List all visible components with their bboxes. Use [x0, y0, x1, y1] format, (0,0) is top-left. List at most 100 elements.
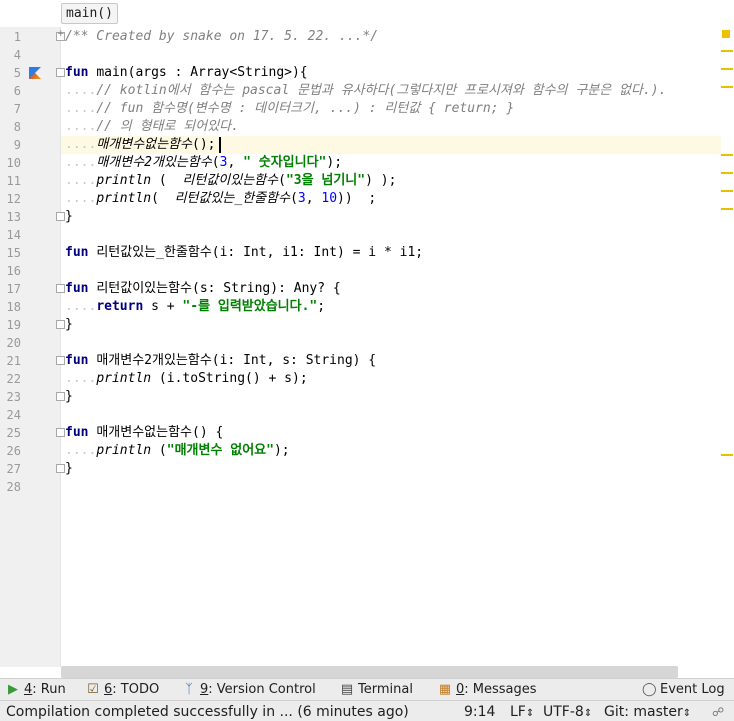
code-line[interactable]: ....println (i.toString() + s);: [65, 370, 308, 388]
warning-marker[interactable]: [721, 154, 733, 156]
line-number[interactable]: 19: [0, 316, 21, 334]
warning-marker[interactable]: [721, 454, 733, 456]
version-control-tool-button[interactable]: ᛉ 9: Version Control: [182, 681, 316, 699]
fold-marker-icon[interactable]: [56, 356, 65, 365]
code-token: // fun 함수명(변수명 : 데이터크기, ...) : 리턴값 { ret…: [96, 101, 515, 116]
fold-marker-icon[interactable]: [56, 212, 65, 221]
code-line[interactable]: fun 리턴값있는_한줄함수(i: Int, i1: Int) = i * i1…: [65, 244, 423, 262]
fold-marker-icon[interactable]: [56, 392, 65, 401]
code-token: }: [65, 461, 73, 476]
caret-position[interactable]: 9:14: [464, 703, 495, 721]
code-line[interactable]: /** Created by snake on 17. 5. 22. ...*/: [65, 28, 378, 46]
line-number[interactable]: 8: [0, 118, 21, 136]
breadcrumb[interactable]: main(): [61, 3, 118, 24]
fold-marker-icon[interactable]: [56, 320, 65, 329]
code-token: /** Created by snake on 17. 5. 22. ...*/: [65, 29, 379, 44]
line-number[interactable]: 28: [0, 478, 21, 496]
line-number[interactable]: 1: [0, 28, 21, 46]
fold-marker-icon[interactable]: [56, 284, 65, 293]
line-number[interactable]: 16: [0, 262, 21, 280]
code-token: (: [290, 191, 298, 206]
code-token: fun: [65, 245, 97, 260]
line-number[interactable]: 4: [0, 46, 21, 64]
code-token: fun: [65, 425, 97, 440]
line-number[interactable]: 18: [0, 298, 21, 316]
code-line[interactable]: ....return s + "-를 입력받았습니다.";: [65, 298, 325, 316]
code-token: }: [65, 389, 73, 404]
line-number[interactable]: 11: [0, 172, 21, 190]
indent-whitespace: ....: [65, 371, 97, 386]
line-number[interactable]: 15: [0, 244, 21, 262]
code-line[interactable]: ....매개변수2개있는함수(3, " 숫자입니다");: [65, 154, 342, 172]
event-log-tool-button[interactable]: ◯ Event Log: [642, 681, 725, 699]
line-number[interactable]: 23: [0, 388, 21, 406]
code-line[interactable]: fun main(args : Array<String>){: [65, 64, 308, 82]
file-encoding[interactable]: UTF-8⇕: [543, 703, 592, 721]
line-number[interactable]: 6: [0, 82, 21, 100]
line-number[interactable]: 7: [0, 100, 21, 118]
chevron-down-icon: ⇕: [525, 708, 535, 719]
warning-marker[interactable]: [721, 172, 733, 174]
indent-whitespace: ....: [65, 191, 97, 206]
code-line[interactable]: ....println ("매개변수 없어요");: [65, 442, 290, 460]
code-line[interactable]: ....// 의 형태로 되어있다.: [65, 118, 239, 136]
messages-tool-button[interactable]: ▦ 0: Messages: [438, 681, 537, 699]
line-number[interactable]: 9: [0, 136, 21, 154]
line-number[interactable]: 14: [0, 226, 21, 244]
line-number[interactable]: 10: [0, 154, 21, 172]
warning-marker[interactable]: [721, 208, 733, 210]
warning-marker[interactable]: [721, 86, 733, 88]
git-branch[interactable]: Git: master⇕: [604, 703, 691, 721]
code-token: );: [326, 155, 343, 170]
code-line[interactable]: ....println( 리턴값있는_한줄함수(3, 10)) ;: [65, 190, 376, 208]
run-tool-button[interactable]: ▶ 4: Run: [6, 681, 66, 699]
code-line[interactable]: }: [65, 316, 73, 334]
code-editor[interactable]: 1 /** Created by snake on 17. 5. 22. ...*…: [0, 27, 734, 667]
event-log-icon: ◯: [642, 682, 657, 697]
line-number[interactable]: 17: [0, 280, 21, 298]
code-line[interactable]: }: [65, 388, 73, 406]
code-token: "3을 넘기니": [285, 173, 366, 188]
warning-marker[interactable]: [721, 190, 733, 192]
line-number[interactable]: 26: [0, 442, 21, 460]
code-line[interactable]: fun 매개변수없는함수() {: [65, 424, 223, 442]
inspection-status-icon[interactable]: [722, 30, 730, 38]
horizontal-scrollbar[interactable]: [61, 666, 678, 678]
code-line[interactable]: ....println ( 리턴값이있는함수("3을 넘기니") );: [65, 172, 396, 190]
warning-marker[interactable]: [721, 50, 733, 52]
code-line[interactable]: ....매개변수없는함수();: [65, 136, 215, 154]
code-token: }: [65, 209, 73, 224]
fold-marker-icon[interactable]: [56, 68, 65, 77]
code-token: println: [96, 443, 152, 458]
code-line[interactable]: fun 리턴값이있는함수(s: String): Any? {: [65, 280, 341, 298]
line-number[interactable]: 22: [0, 370, 21, 388]
line-number[interactable]: 20: [0, 334, 21, 352]
line-number[interactable]: 21: [0, 352, 21, 370]
fold-marker-icon[interactable]: [56, 464, 65, 473]
code-line[interactable]: ....// fun 함수명(변수명 : 데이터크기, ...) : 리턴값 {…: [65, 100, 514, 118]
lock-icon[interactable]: ☍: [712, 703, 724, 721]
line-separator[interactable]: LF⇕: [510, 703, 534, 721]
code-token: (i.toString() + s);: [151, 371, 308, 386]
line-number[interactable]: 13: [0, 208, 21, 226]
line-number[interactable]: 12: [0, 190, 21, 208]
code-token: fun: [65, 65, 97, 80]
todo-tool-button[interactable]: ☑ 6: TODO: [86, 681, 159, 699]
line-number[interactable]: 25: [0, 424, 21, 442]
code-line[interactable]: fun 매개변수2개있는함수(i: Int, s: String) {: [65, 352, 376, 370]
indent-whitespace: ....: [65, 173, 97, 188]
status-message[interactable]: Compilation completed successfully in ..…: [6, 703, 409, 721]
code-line[interactable]: }: [65, 208, 73, 226]
code-line[interactable]: ....// kotlin에서 함수는 pascal 문법과 유사하다(그렇다지…: [65, 82, 666, 100]
code-token: println: [96, 173, 152, 188]
code-token: )) ;: [337, 191, 377, 206]
line-number[interactable]: 5: [0, 64, 21, 82]
line-number[interactable]: 24: [0, 406, 21, 424]
terminal-tool-button[interactable]: ▤ Terminal: [340, 681, 413, 699]
code-line[interactable]: }: [65, 460, 73, 478]
line-number[interactable]: 27: [0, 460, 21, 478]
warning-marker[interactable]: [721, 68, 733, 70]
fold-marker-icon[interactable]: [56, 428, 65, 437]
chevron-down-icon: ⇕: [583, 708, 593, 719]
expand-fold-icon[interactable]: [56, 29, 65, 41]
